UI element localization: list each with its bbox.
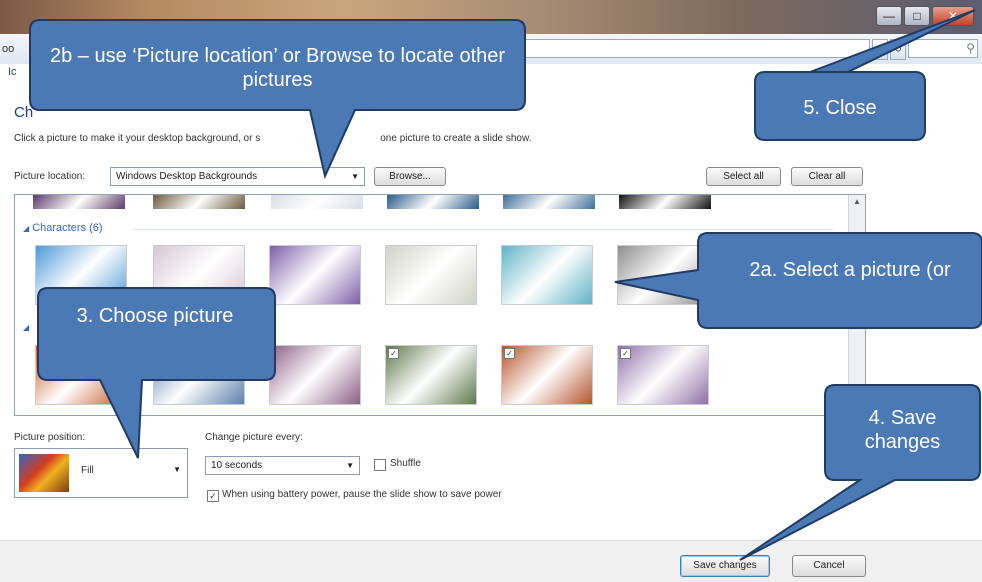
- callout-close-text: 5. Close: [803, 97, 877, 119]
- scroll-up-icon[interactable]: ▲: [853, 197, 861, 206]
- group-label: Characters (6): [32, 222, 103, 234]
- thumbnail[interactable]: [503, 195, 595, 209]
- interval-select[interactable]: 10 seconds ▼: [205, 456, 360, 475]
- picture-position-label: Picture position:: [14, 432, 86, 443]
- chevron-down-icon: ▼: [173, 465, 181, 474]
- picture-location-label: Picture location:: [14, 171, 86, 182]
- gallery-scrollbar[interactable]: ▲: [848, 195, 865, 415]
- position-preview: [19, 454, 69, 492]
- character-thumbnail[interactable]: [269, 245, 361, 305]
- callout-save-text: 4. Save changes: [864, 407, 941, 453]
- landscape-thumbnail[interactable]: ✓: [385, 345, 477, 405]
- shuffle-checkbox[interactable]: [374, 459, 386, 471]
- page-description: Click a picture to make it your desktop …: [14, 133, 531, 144]
- search-input[interactable]: ⚲: [908, 39, 978, 58]
- callout-select-text: 2a. Select a picture (or: [749, 259, 951, 281]
- window-title-bar: — □ ✕: [0, 0, 982, 34]
- picture-position-value: Fill: [81, 465, 94, 476]
- thumbnail[interactable]: [619, 195, 711, 209]
- refresh-icon[interactable]: ↻: [890, 39, 906, 60]
- character-thumbnail[interactable]: [385, 245, 477, 305]
- landscape-thumbnail[interactable]: ✓: [501, 345, 593, 405]
- group-divider: [133, 229, 833, 230]
- checkbox-icon[interactable]: ✓: [504, 348, 515, 359]
- group-header-characters[interactable]: ◢ Characters (6): [23, 222, 833, 234]
- checkbox-icon[interactable]: ✓: [388, 348, 399, 359]
- nav-buttons: ▾ ↻: [872, 39, 906, 60]
- search-icon[interactable]: ⚲: [966, 41, 975, 55]
- battery-checkbox[interactable]: ✓: [207, 490, 219, 502]
- left-link-fragment[interactable]: Ic: [8, 66, 17, 78]
- picture-location-select[interactable]: Windows Desktop Backgrounds ▼: [110, 167, 365, 186]
- change-picture-label: Change picture every:: [205, 432, 303, 443]
- thumbnail[interactable]: [33, 195, 125, 209]
- browse-button[interactable]: Browse...: [374, 167, 446, 186]
- desktop-background-panel: Ic Ch Click a picture to make it your de…: [0, 64, 982, 524]
- thumbnail[interactable]: [153, 195, 245, 209]
- save-changes-button[interactable]: Save changes: [680, 555, 770, 577]
- select-all-button[interactable]: Select all: [706, 167, 781, 186]
- minimize-button[interactable]: —: [876, 6, 902, 26]
- picture-location-value: Windows Desktop Backgrounds: [116, 171, 258, 182]
- chevron-down-icon: ▼: [351, 172, 359, 181]
- dialog-footer: Save changes Cancel: [0, 540, 982, 582]
- callout-choose-text: 3. Choose picture: [76, 305, 234, 327]
- battery-label: When using battery power, pause the slid…: [222, 489, 502, 500]
- checkbox-icon[interactable]: ✓: [620, 348, 631, 359]
- collapse-icon[interactable]: ◢: [23, 224, 29, 233]
- landscape-thumbnail[interactable]: [35, 345, 127, 405]
- landscape-thumbnail[interactable]: [269, 345, 361, 405]
- landscape-thumbnail[interactable]: [153, 345, 245, 405]
- picture-position-select[interactable]: Fill ▼: [14, 448, 188, 498]
- character-thumbnail[interactable]: [153, 245, 245, 305]
- landscape-thumbnail[interactable]: ✓: [617, 345, 709, 405]
- character-thumbnail[interactable]: [35, 245, 127, 305]
- maximize-button[interactable]: □: [904, 6, 930, 26]
- thumbnail[interactable]: [271, 195, 363, 209]
- interval-value: 10 seconds: [211, 460, 263, 471]
- callout-browse-text: 2b – use ‘Picture location’ or Browse to…: [49, 45, 506, 91]
- description-part-2: one picture to create a slide show.: [380, 133, 532, 144]
- page-title: Ch: [14, 104, 34, 121]
- collapse-icon[interactable]: ◢: [23, 323, 29, 332]
- thumbnail[interactable]: [387, 195, 479, 209]
- address-fragment: oo: [2, 43, 15, 55]
- character-thumbnail[interactable]: [617, 245, 709, 305]
- close-button[interactable]: ✕: [932, 6, 974, 26]
- dropdown-arrow-icon[interactable]: ▾: [872, 39, 888, 60]
- character-thumbnail[interactable]: [501, 245, 593, 305]
- shuffle-label: Shuffle: [390, 458, 421, 469]
- description-part-1: Click a picture to make it your desktop …: [14, 133, 261, 144]
- cancel-button[interactable]: Cancel: [792, 555, 866, 577]
- clear-all-button[interactable]: Clear all: [791, 167, 863, 186]
- chevron-down-icon: ▼: [346, 461, 354, 470]
- window-controls: — □ ✕: [876, 6, 974, 26]
